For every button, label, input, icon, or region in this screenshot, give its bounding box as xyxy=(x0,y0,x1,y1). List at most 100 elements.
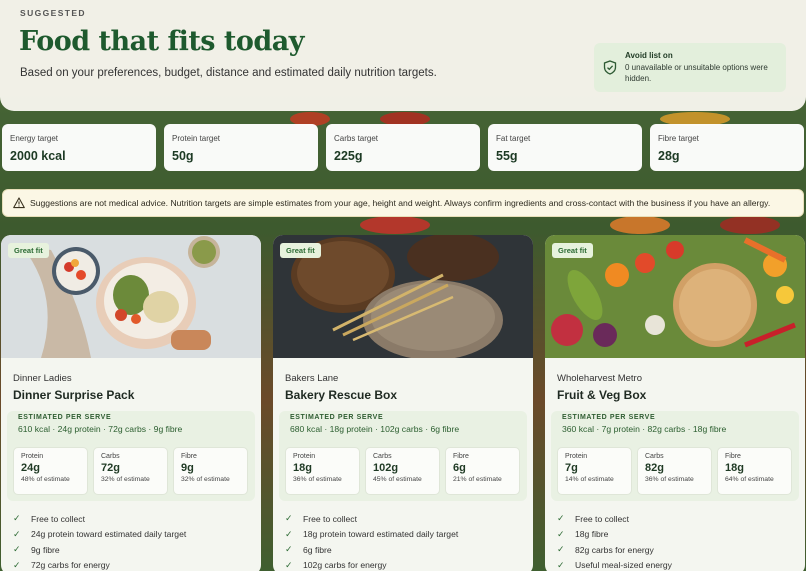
check-icon: ✓ xyxy=(285,513,293,524)
list-item: ✓ 72g carbs for energy xyxy=(13,558,186,571)
macro-label: Fibre xyxy=(453,453,469,460)
benefit-text: Free to collect xyxy=(31,513,85,524)
benefit-text: 9g fibre xyxy=(31,544,60,555)
benefit-text: 72g carbs for energy xyxy=(31,560,110,571)
macro-fibre: Fibre 6g 21% of estimate xyxy=(445,447,520,495)
target-label: Energy target xyxy=(10,134,59,143)
disclaimer-text: Suggestions are not medical advice. Nutr… xyxy=(30,198,771,208)
list-item: ✓ Free to collect xyxy=(13,511,186,527)
target-value: 2000 kcal xyxy=(10,149,66,163)
estimate-panel: ESTIMATED PER SERVE 610 kcal · 24g prote… xyxy=(7,411,255,501)
offer-card[interactable]: Great fit Dinner Ladies Dinner Surprise … xyxy=(1,235,261,571)
macro-label: Fibre xyxy=(725,453,741,460)
estimate-value: 360 kcal · 7g protein · 82g carbs · 18g … xyxy=(562,424,727,434)
macro-percent: 14% of estimate xyxy=(565,476,614,483)
macro-percent: 21% of estimate xyxy=(453,476,502,483)
macro-value: 82g xyxy=(645,462,664,474)
warning-triangle-icon xyxy=(13,197,25,209)
page-title: Food that fits today xyxy=(19,26,304,57)
business-name: Wholeharvest Metro xyxy=(557,373,643,384)
check-icon: ✓ xyxy=(557,559,565,570)
fit-badge: Great fit xyxy=(280,243,321,258)
macro-protein: Protein 7g 14% of estimate xyxy=(557,447,632,495)
macro-carbs: Carbs 82g 36% of estimate xyxy=(637,447,712,495)
avoid-list-status: Avoid list on 0 unavailable or unsuitabl… xyxy=(594,43,786,92)
macro-label: Carbs xyxy=(373,453,392,460)
benefit-text: 102g carbs for energy xyxy=(303,560,387,571)
macro-label: Fibre xyxy=(181,453,197,460)
benefit-text: 82g carbs for energy xyxy=(575,544,654,555)
list-item: ✓ 82g carbs for energy xyxy=(557,542,672,558)
check-icon: ✓ xyxy=(285,528,293,539)
macro-value: 6g xyxy=(453,462,466,474)
target-fibre: Fibre target 28g xyxy=(650,124,804,171)
macro-percent: 36% of estimate xyxy=(293,476,342,483)
medical-disclaimer: Suggestions are not medical advice. Nutr… xyxy=(2,189,804,217)
offer-name[interactable]: Bakery Rescue Box xyxy=(285,388,397,402)
macro-label: Protein xyxy=(565,453,588,460)
list-item: ✓ 24g protein toward estimated daily targ… xyxy=(13,527,186,543)
check-icon: ✓ xyxy=(13,528,21,539)
list-item: ✓ Free to collect xyxy=(285,511,458,527)
offer-card[interactable]: Great fit Wholeharvest Metro Fruit & Veg… xyxy=(545,235,805,571)
macro-percent: 45% of estimate xyxy=(373,476,422,483)
avoid-list-title: Avoid list on xyxy=(625,51,673,60)
list-item: ✓ Useful meal-sized energy xyxy=(557,558,672,571)
macro-label: Protein xyxy=(21,453,44,460)
offer-name[interactable]: Fruit & Veg Box xyxy=(557,388,646,402)
check-icon: ✓ xyxy=(13,559,21,570)
target-label: Carbs target xyxy=(334,134,379,143)
benefit-text: 6g fibre xyxy=(303,544,332,555)
list-item: ✓ 6g fibre xyxy=(285,542,458,558)
macro-fibre: Fibre 18g 64% of estimate xyxy=(717,447,792,495)
section-eyebrow: SUGGESTED xyxy=(20,8,86,18)
offer-card[interactable]: Great fit Bakers Lane Bakery Rescue Box … xyxy=(273,235,533,571)
check-icon: ✓ xyxy=(13,513,21,524)
target-label: Protein target xyxy=(172,134,221,143)
list-item: ✓ 9g fibre xyxy=(13,542,186,558)
macro-percent: 36% of estimate xyxy=(645,476,694,483)
macro-value: 24g xyxy=(21,462,40,474)
target-protein: Protein target 50g xyxy=(164,124,318,171)
macro-value: 102g xyxy=(373,462,399,474)
target-value: 55g xyxy=(496,149,518,163)
macro-percent: 48% of estimate xyxy=(21,476,70,483)
nutrition-targets: Energy target 2000 kcal Protein target 5… xyxy=(2,124,804,171)
benefit-text: Free to collect xyxy=(575,513,629,524)
benefit-list: ✓ Free to collect ✓ 18g protein toward est… xyxy=(285,511,458,571)
page-subtitle: Based on your preferences, budget, dista… xyxy=(20,67,437,79)
macro-fibre: Fibre 9g 32% of estimate xyxy=(173,447,248,495)
macro-value: 18g xyxy=(293,462,312,474)
benefit-text: Free to collect xyxy=(303,513,357,524)
macro-label: Protein xyxy=(293,453,316,460)
estimate-value: 610 kcal · 24g protein · 72g carbs · 9g … xyxy=(18,424,183,434)
offer-name[interactable]: Dinner Surprise Pack xyxy=(13,388,134,402)
estimate-label: ESTIMATED PER SERVE xyxy=(562,414,656,421)
target-fat: Fat target 55g xyxy=(488,124,642,171)
background-produce xyxy=(720,216,780,234)
hero-panel: SUGGESTED Food that fits today Based on … xyxy=(0,0,806,111)
list-item: ✓ Free to collect xyxy=(557,511,672,527)
macro-percent: 32% of estimate xyxy=(181,476,230,483)
macro-label: Carbs xyxy=(645,453,664,460)
target-value: 28g xyxy=(658,149,680,163)
check-icon: ✓ xyxy=(285,559,293,570)
shield-check-icon xyxy=(603,60,617,75)
list-item: ✓ 102g carbs for energy xyxy=(285,558,458,571)
estimate-value: 680 kcal · 18g protein · 102g carbs · 6g… xyxy=(290,424,460,434)
target-label: Fat target xyxy=(496,134,531,143)
target-label: Fibre target xyxy=(658,134,699,143)
macro-carbs: Carbs 102g 45% of estimate xyxy=(365,447,440,495)
benefit-text: 18g fibre xyxy=(575,529,609,540)
check-icon: ✓ xyxy=(557,544,565,555)
estimate-label: ESTIMATED PER SERVE xyxy=(290,414,384,421)
business-name: Bakers Lane xyxy=(285,373,339,384)
fit-badge: Great fit xyxy=(552,243,593,258)
check-icon: ✓ xyxy=(285,544,293,555)
macro-protein: Protein 24g 48% of estimate xyxy=(13,447,88,495)
macro-value: 18g xyxy=(725,462,744,474)
macro-protein: Protein 18g 36% of estimate xyxy=(285,447,360,495)
macro-value: 72g xyxy=(101,462,120,474)
background-produce xyxy=(360,216,430,234)
business-name: Dinner Ladies xyxy=(13,373,72,384)
